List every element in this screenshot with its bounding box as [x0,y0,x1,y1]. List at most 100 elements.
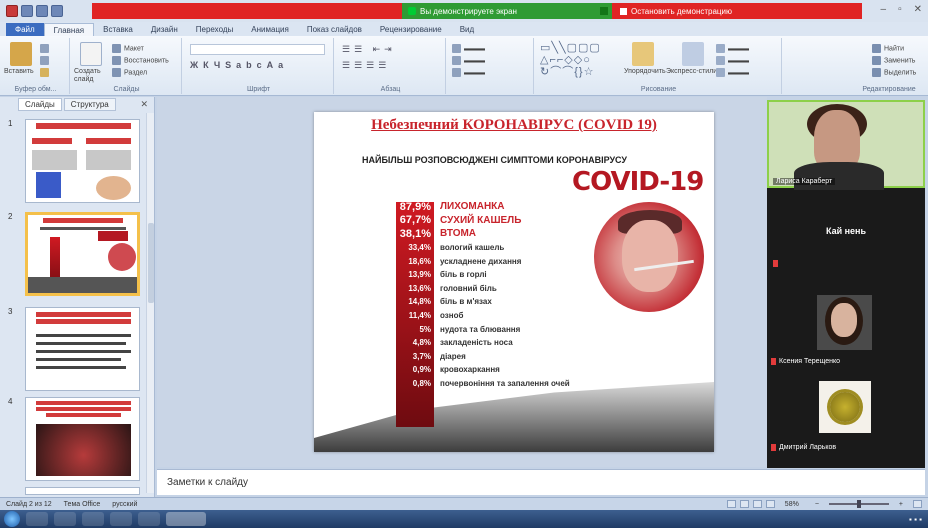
replace-button[interactable]: Заменить [872,56,915,65]
maximize-icon[interactable]: ▫ [898,4,902,15]
arrange-icon[interactable] [632,42,654,66]
tab-file[interactable]: Файл [6,23,44,36]
slide-thumbnail-5[interactable] [25,487,140,495]
slide-title: Небезпечний КОРОНАВІРУС (COVID 19) [371,117,657,133]
paste-button[interactable]: Вставить [4,68,34,75]
save-icon[interactable] [21,5,33,17]
slide-thumbnail-2[interactable] [25,212,140,296]
shape-effects-button[interactable]: ▬▬▬ [716,68,749,77]
copy-icon[interactable] [40,56,52,65]
taskbar-app-icon[interactable] [26,512,48,526]
new-slide-icon[interactable] [80,42,102,66]
slides-group: Создать слайд Макет Восстановить Раздел … [72,38,182,94]
thumbnail-scrollbar[interactable] [146,113,154,493]
reset-button[interactable]: Восстановить [112,56,169,65]
clipboard-group-label: Буфер обм... [14,86,57,93]
tab-animation[interactable]: Анимация [242,23,298,36]
tab-view[interactable]: Вид [451,23,483,36]
slideshow-icon[interactable] [765,500,775,508]
quick-styles-icon[interactable] [682,42,704,66]
slide-thumbnail-4[interactable] [25,397,140,481]
close-icon[interactable]: ✕ [914,4,922,15]
stop-share-button[interactable]: Остановить демонстрацию [614,3,732,19]
tab-transitions[interactable]: Переходы [187,23,243,36]
smartart-button[interactable]: ▬▬▬ [452,68,485,77]
language-indicator[interactable]: русский [106,501,143,508]
find-button[interactable]: Найти [872,44,904,53]
panel-tabs: Слайды Структура ✕ [0,97,154,111]
font-format-buttons[interactable]: ЖКЧSabcAa [190,60,288,70]
screen-share-banner: Вы демонстрируете экран Остановить демон… [92,3,862,19]
select-button[interactable]: Выделить [872,68,916,77]
list-buttons[interactable]: ☰☰ ⇤⇥ [342,44,396,55]
cut-icon[interactable] [40,44,52,53]
arrange-button[interactable]: Упорядочить [624,68,666,75]
text-direction-button[interactable]: ▬▬▬ [452,44,485,53]
quick-styles-button[interactable]: Экспресс-стили [666,68,717,75]
tab-outline[interactable]: Структура [63,97,116,111]
redo-icon[interactable] [51,5,63,17]
taskbar-app-icon[interactable] [138,512,160,526]
microphone-icon[interactable] [408,7,416,15]
tab-slides[interactable]: Слайды [18,97,62,111]
format-painter-icon[interactable] [40,68,52,77]
participant-tile-active-speaker[interactable]: Лариса Караберт [767,100,925,190]
taskbar-powerpoint-icon[interactable] [166,512,206,526]
participant-label: Ксения Терещенко [771,358,840,365]
zoom-controls: 58% − + [726,500,928,508]
zoom-in-icon[interactable]: + [893,501,909,508]
scrollbar-thumb[interactable] [148,223,154,303]
tab-insert[interactable]: Вставка [94,23,142,36]
notes-pane[interactable]: Заметки к слайду [157,469,925,495]
font-name-field[interactable] [190,44,325,55]
taskbar-app-icon[interactable] [82,512,104,526]
slide-sorter-icon[interactable] [739,500,749,508]
tab-review[interactable]: Рецензирование [371,23,451,36]
symptom-name: біль в горлі [440,270,487,280]
zoom-slider-knob[interactable] [856,500,861,508]
reading-view-icon[interactable] [752,500,762,508]
section-button[interactable]: Раздел [112,68,147,77]
align-text-button[interactable]: ▬▬▬ [452,56,485,65]
tab-home[interactable]: Главная [43,23,95,36]
paste-icon[interactable] [10,42,32,66]
zoom-out-icon[interactable]: − [809,501,825,508]
layout-button[interactable]: Макет [112,44,144,53]
undo-icon[interactable] [36,5,48,17]
slide-thumbnail-1[interactable] [25,119,140,203]
shape-outline-button[interactable]: ▬▬▬ [716,56,749,65]
shape-fill-button[interactable]: ▬▬▬ [716,44,749,53]
ribbon-tabs: Файл Главная Вставка Дизайн Переходы Ани… [0,22,928,36]
slide-thumbnail-3[interactable] [25,307,140,391]
participant-tile[interactable]: Дмитрий Ларьков [767,376,925,468]
fit-to-window-icon[interactable] [913,500,922,508]
replace-label: Заменить [884,57,916,65]
new-slide-button[interactable]: Создать слайд [74,68,108,84]
start-button-icon[interactable] [4,511,20,527]
tab-slideshow[interactable]: Показ слайдов [298,23,371,36]
symptom-row: 0,9% кровохаркання [396,363,570,377]
taskbar-app-icon[interactable] [110,512,132,526]
covid-heading: COVID-19 [572,167,704,197]
muted-mic-icon [773,260,778,267]
symptom-percentage: 38,1% [399,227,431,240]
participant-tile[interactable]: Кай нень [767,192,925,272]
current-slide[interactable]: Небезпечний КОРОНАВІРУС (COVID 19) НАЙБІ… [314,112,714,452]
symptom-percentage: 4,8% [412,338,431,348]
align-buttons[interactable]: ☰☰☰☰ [342,60,390,71]
symptom-percentage: 5% [419,324,431,334]
tab-design[interactable]: Дизайн [142,23,187,36]
participant-tile[interactable]: Ксения Терещенко [767,280,925,370]
pause-share-icon[interactable] [600,7,608,15]
symptom-row: 38,1% ВТОМА [396,227,570,241]
zoom-slider[interactable] [828,500,889,508]
zoom-level[interactable]: 58% [779,501,805,508]
close-panel-icon[interactable]: ✕ [140,99,148,110]
shapes-gallery[interactable]: ▭╲╲▢▢▢ △⌐⌐◇◇○ ↻⌒⌒{}☆ [540,42,601,78]
system-clock[interactable]: ▪ ▪ ▪ [909,515,922,524]
editing-group: Найти Заменить Выделить Редактирование [784,38,924,94]
normal-view-icon[interactable] [726,500,736,508]
minimize-icon[interactable]: – [881,4,887,15]
taskbar-app-icon[interactable] [54,512,76,526]
section-icon [112,68,121,77]
